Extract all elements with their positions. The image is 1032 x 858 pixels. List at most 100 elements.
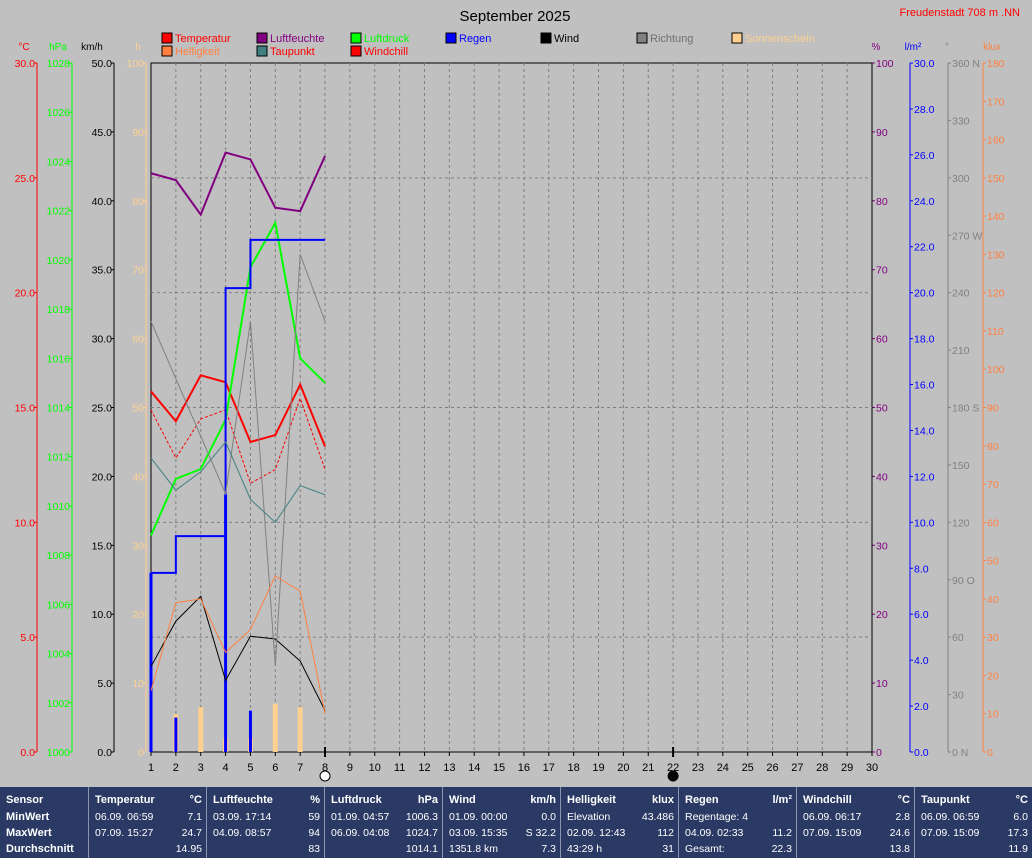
axis-tick-label: 4.0	[914, 655, 929, 667]
axis-tick-label: 0	[987, 747, 993, 759]
axis-tick-label: 0.0	[97, 747, 112, 759]
stats-cell-value: 59	[308, 811, 320, 823]
axis-tick-label: 25.0	[15, 173, 36, 185]
x-tick-label: 7	[297, 762, 303, 774]
stats-cell-label: MaxWert	[6, 827, 52, 839]
stats-cell: 02.09. 12:43 112	[567, 827, 674, 839]
axis-tick-label: 1014	[47, 403, 71, 415]
x-tick-label: 16	[518, 762, 530, 774]
axis-tick-label: 1024	[47, 156, 71, 168]
stats-column: Wind km/h 01.09. 00:00 0.0 03.09. 15:35 S 32.…	[442, 787, 561, 858]
axis-tick-label: 8.0	[914, 563, 929, 575]
axis-tick-label: 50	[876, 403, 888, 415]
axis-tick-label: 30	[876, 540, 888, 552]
axis-tick-label: 120	[952, 517, 970, 529]
stats-cell: 06.09. 06:59 6.0	[921, 811, 1028, 823]
axis-tick-label: 20.0	[914, 288, 935, 300]
axis-tick-label: 1000	[47, 747, 71, 759]
stats-header-label: Sensor	[6, 794, 44, 806]
axis-tick-label: 10	[987, 709, 999, 721]
axis-unit: hPa	[49, 42, 67, 53]
stats-cell-label: 06.09. 04:08	[331, 827, 390, 839]
legend-label: Richtung	[650, 33, 693, 45]
axis-tick-label: 1016	[47, 353, 71, 365]
x-tick-label: 18	[568, 762, 580, 774]
axis-tick-label: 90	[876, 127, 888, 139]
x-tick-label: 21	[642, 762, 654, 774]
series-taupunkt	[150, 441, 326, 524]
stats-cell-value: 1024.7	[405, 827, 438, 839]
series-richtung	[150, 254, 326, 666]
axis-tick-label: 170	[987, 96, 1005, 108]
legend-swatch	[636, 32, 648, 44]
stats-cell: 04.09. 02:33 11.2	[685, 827, 792, 839]
x-tick-label: 20	[617, 762, 629, 774]
stats-cell: 06.09. 06:17 2.8	[803, 811, 910, 823]
axis-tick-label: 18.0	[914, 334, 935, 346]
axis-tick-label: 210	[952, 345, 970, 357]
chart-title: September 2025	[460, 8, 571, 25]
axis-tick-label: 1028	[47, 58, 71, 70]
bar-sonnenschein	[272, 703, 278, 752]
stats-cell-value: 112	[657, 827, 674, 839]
stats-header-label: Helligkeit	[567, 794, 616, 806]
stats-cell-label: 02.09. 12:43	[567, 827, 626, 839]
x-tick-label: 11	[394, 762, 405, 774]
x-tick-label: 25	[742, 762, 754, 774]
x-tick-label: 6	[272, 762, 278, 774]
axis-unit: %	[872, 42, 881, 53]
grid-lines	[151, 63, 872, 752]
axis-tick-label: 70	[876, 265, 888, 277]
axis-tick-label: 90	[987, 403, 999, 415]
x-tick-label: 3	[198, 762, 204, 774]
station-label: Freudenstadt 708 m .NN	[900, 7, 1021, 19]
stats-cell-value: 11.9	[1008, 843, 1028, 855]
axis-tick-label: 1010	[47, 501, 71, 513]
axis-tick-label: 20	[987, 670, 999, 682]
stats-cell-value: 11.2	[772, 827, 792, 839]
axis-tick-label: 90 O	[952, 575, 975, 587]
axis-tick-label: 30.0	[914, 58, 935, 70]
stats-column: Sensor MinWert MaxWert Durchschnitt	[0, 787, 88, 858]
axis-tick-label: 60	[952, 632, 964, 644]
axis-tick-label: 0.0	[914, 747, 929, 759]
stats-header-unit: °C	[189, 794, 202, 806]
stats-cell: 06.09. 04:08 1024.7	[331, 827, 438, 839]
axis-tick-label: 40	[876, 471, 888, 483]
day-marker-open-circle	[319, 770, 331, 782]
axis-tick-label: 15.0	[92, 540, 113, 552]
bar-sonnenschein	[297, 707, 303, 752]
legend-label: Regen	[459, 33, 491, 45]
x-tick-label: 26	[766, 762, 778, 774]
x-tick-label: 5	[247, 762, 253, 774]
x-tick-label: 19	[592, 762, 604, 774]
stats-header: Temperatur °C	[95, 794, 202, 806]
stats-header: Luftfeuchte%	[213, 794, 320, 806]
stats-cell-label: 07.09. 15:09	[921, 827, 980, 839]
axis-unit: °C	[18, 42, 29, 53]
axis-tick-label: 50.0	[92, 58, 113, 70]
axis-tick-label: 16.0	[914, 380, 935, 392]
axis-tick-label: 270 W	[952, 230, 982, 242]
axis-tick-label: 70	[987, 479, 999, 491]
axis-tick-label: 40.0	[92, 196, 113, 208]
axis-tick-label: 15.0	[15, 403, 36, 415]
axis-tick-label: 30.0	[92, 334, 113, 346]
stats-cell: 43:29 h 31	[567, 843, 674, 855]
axis-tick-label: 150	[952, 460, 970, 472]
axis-tick-label: 40	[987, 594, 999, 606]
axis-tick-label: 5.0	[20, 632, 35, 644]
x-tick-label: 17	[543, 762, 555, 774]
stats-cell-label: 04.09. 08:57	[213, 827, 272, 839]
axis-tick-label: 50	[987, 556, 999, 568]
axis-unit: l/m²	[905, 42, 922, 53]
stats-cell-value: 24.7	[181, 827, 202, 839]
weather-chart: September 2025 Freudenstadt 708 m .NN Te…	[15, 7, 1021, 782]
stats-cell: 1351.8 km 7.3	[449, 843, 556, 855]
stats-column: Regen l/m² Regentage: 4 04.09. 02:33 11.2 Ges…	[678, 787, 797, 858]
stats-header: Wind km/h	[449, 794, 556, 806]
stats-cell-value: 1006.3	[405, 811, 438, 823]
axis-tick-label: 0	[876, 747, 882, 759]
stats-cell-value: 17.3	[1007, 827, 1028, 839]
stats-cell: 01.09. 04:57 1006.3	[331, 811, 438, 823]
